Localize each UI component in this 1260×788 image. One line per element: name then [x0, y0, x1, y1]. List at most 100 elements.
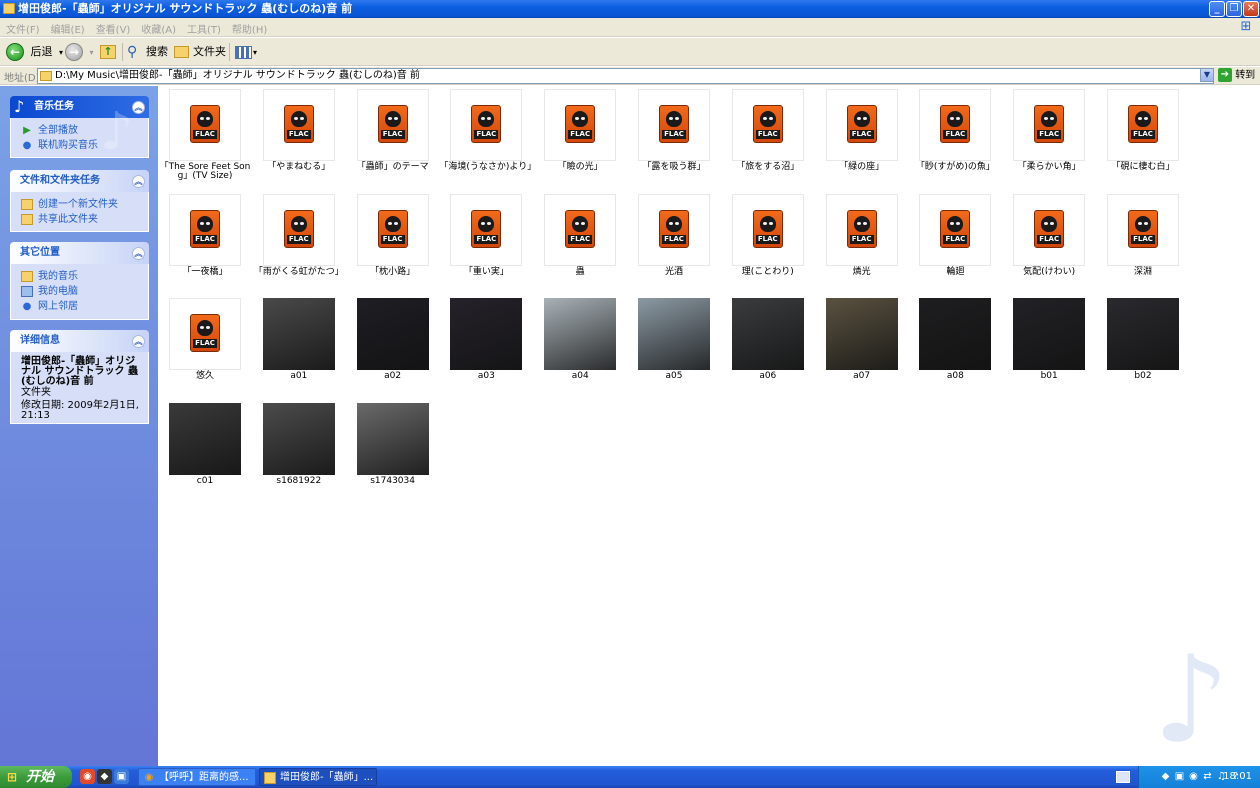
file-name-label: 「一夜橋」	[182, 266, 228, 277]
flac-file-item[interactable]: FLAC 光酒	[627, 193, 721, 297]
collapse-chevron-icon[interactable]: ︽	[132, 175, 145, 188]
image-file-item[interactable]: a03	[439, 297, 533, 401]
file-name-label: b02	[1134, 371, 1152, 381]
folders-button[interactable]: 文件夹	[174, 41, 226, 63]
image-file-item[interactable]: a05	[627, 297, 721, 401]
menu-tools[interactable]: 工具(T)	[181, 18, 226, 36]
menu-file[interactable]: 文件(F)	[0, 18, 45, 36]
back-button[interactable]: ← 后退 ▾	[6, 41, 63, 63]
flac-file-icon: FLAC	[377, 105, 408, 143]
flac-file-item[interactable]: FLAC 「硯に棲む白」	[1096, 88, 1190, 192]
flac-file-item[interactable]: FLAC 「柔らかい角」	[1002, 88, 1096, 192]
flac-file-item[interactable]: FLAC 「旅をする沼」	[721, 88, 815, 192]
app-quicklaunch-icon[interactable]: ◆	[97, 769, 112, 784]
address-bar: 地址(D) D:\My Music\增田俊郎-「蟲師」オリジナル サウンドトラッ…	[0, 67, 1260, 85]
flac-file-item[interactable]: FLAC 蟲	[533, 193, 627, 297]
flac-file-item[interactable]: FLAC 「重い実」	[439, 193, 533, 297]
title-bar[interactable]: 增田俊郎-「蟲師」オリジナル サウンドトラック 蟲(むしのね)音 前 _ ❐ ✕	[0, 0, 1260, 18]
file-name-label: a03	[477, 371, 495, 381]
windows-logo-icon: ⊞	[1240, 19, 1252, 34]
language-bar-icon[interactable]	[1116, 771, 1130, 783]
image-file-item[interactable]: c01	[158, 402, 252, 506]
flac-file-item[interactable]: FLAC 気配(けわい)	[1002, 193, 1096, 297]
collapse-chevron-icon[interactable]: ︽	[132, 247, 145, 260]
flac-file-item[interactable]: FLAC 「The Sore Feet Song」(TV Size)	[158, 88, 252, 192]
browser-quicklaunch-icon[interactable]: ◉	[80, 769, 95, 784]
image-file-item[interactable]: b01	[1002, 297, 1096, 401]
menu-edit[interactable]: 编辑(E)	[45, 18, 90, 36]
place-my-music[interactable]: 我的音乐	[21, 269, 140, 284]
flac-file-item[interactable]: FLAC 「瞼の光」	[533, 88, 627, 192]
image-file-item[interactable]: s1743034	[346, 402, 440, 506]
flac-file-item[interactable]: FLAC 「やまねむる」	[252, 88, 346, 192]
network-tray-icon[interactable]: ▣	[1173, 770, 1186, 783]
minimize-button[interactable]: _	[1209, 1, 1225, 17]
taskbar-task-explorer[interactable]: 增田俊郎-「蟲師」...	[259, 768, 377, 786]
file-thumbnail: FLAC	[825, 193, 898, 266]
image-file-item[interactable]: a08	[908, 297, 1002, 401]
go-button[interactable]: ➔ 转到	[1218, 68, 1255, 83]
image-file-item[interactable]: a04	[533, 297, 627, 401]
image-file-item[interactable]: a01	[252, 297, 346, 401]
file-tasks-header[interactable]: 文件和文件夹任务 ︽	[10, 170, 149, 192]
up-folder-button[interactable]: ↑	[100, 41, 116, 63]
task-new-folder[interactable]: 创建一个新文件夹	[21, 197, 140, 212]
flac-file-item[interactable]: FLAC 「蟲師」のテーマ	[346, 88, 440, 192]
image-file-item[interactable]: s1681922	[252, 402, 346, 506]
flac-file-item[interactable]: FLAC 「枕小路」	[346, 193, 440, 297]
image-thumbnail	[262, 402, 335, 475]
flac-file-icon: FLAC	[752, 209, 783, 248]
collapse-chevron-icon[interactable]: ︽	[132, 335, 145, 348]
task-label: 共享此文件夹	[38, 214, 98, 225]
views-button[interactable]: ▾	[235, 41, 257, 63]
desktop-quicklaunch-icon[interactable]: ▣	[114, 769, 129, 784]
back-dropdown-icon[interactable]: ▾	[59, 48, 63, 57]
flac-file-item[interactable]: FLAC 深淵	[1096, 193, 1190, 297]
flac-file-item[interactable]: FLAC 「眇(すがめ)の魚」	[908, 88, 1002, 192]
taskbar-task-browser[interactable]: ◉ 【呼呼】距离的感...	[138, 768, 256, 786]
maximize-button[interactable]: ❐	[1226, 1, 1242, 17]
flac-file-item[interactable]: FLAC 輪廻	[908, 193, 1002, 297]
collapse-chevron-icon[interactable]: ︽	[132, 101, 145, 114]
flac-file-item[interactable]: FLAC 燐光	[815, 193, 909, 297]
flac-file-item[interactable]: FLAC 「緑の座」	[815, 88, 909, 192]
flac-file-item[interactable]: FLAC 理(ことわり)	[721, 193, 815, 297]
flac-file-item[interactable]: FLAC 「一夜橋」	[158, 193, 252, 297]
flac-file-icon: FLAC	[377, 209, 408, 248]
forward-button[interactable]: → ▾	[65, 41, 94, 63]
close-button[interactable]: ✕	[1243, 1, 1259, 17]
start-button[interactable]: ⊞ 开始	[0, 766, 72, 788]
image-file-item[interactable]: a07	[815, 297, 909, 401]
file-thumbnail: FLAC	[356, 89, 429, 161]
flac-file-item[interactable]: FLAC 「露を吸う群」	[627, 88, 721, 192]
address-value: D:\My Music\增田俊郎-「蟲師」オリジナル サウンドトラック 蟲(むし…	[55, 70, 420, 81]
task-share-folder[interactable]: 共享此文件夹	[21, 212, 140, 227]
file-name-label: 気配(けわい)	[1023, 266, 1076, 277]
image-file-item[interactable]: a06	[721, 297, 815, 401]
file-name-label: a07	[853, 371, 871, 381]
address-dropdown-button[interactable]: ▼	[1200, 68, 1214, 82]
file-name-label: 「緑の座」	[839, 162, 885, 172]
details-header[interactable]: 详细信息 ︽	[10, 330, 149, 352]
image-file-item[interactable]: b02	[1096, 297, 1190, 401]
flac-file-item[interactable]: FLAC 悠久	[158, 297, 252, 401]
menu-favorites[interactable]: 收藏(A)	[135, 18, 181, 36]
other-places-header[interactable]: 其它位置 ︽	[10, 242, 149, 264]
file-name-label: a01	[290, 371, 308, 381]
safely-remove-tray-icon[interactable]: ⇄	[1201, 770, 1214, 783]
menu-help[interactable]: 帮助(H)	[226, 18, 272, 36]
place-my-computer[interactable]: 我的电脑	[21, 284, 140, 299]
flac-file-icon: FLAC	[190, 105, 220, 143]
image-file-item[interactable]: a02	[346, 297, 440, 401]
flac-file-item[interactable]: FLAC 「雨がくる虹がたつ」	[252, 193, 346, 297]
place-network[interactable]: ● 网上邻居	[21, 299, 140, 314]
forward-dropdown-icon[interactable]: ▾	[90, 48, 94, 57]
other-places-title: 其它位置	[20, 247, 60, 258]
menu-view[interactable]: 查看(V)	[90, 18, 136, 36]
app-tray-icon[interactable]: ◉	[1187, 770, 1200, 783]
security-tray-icon[interactable]: ◆	[1159, 770, 1172, 783]
search-button[interactable]: ⚲ 搜索	[127, 41, 168, 63]
address-input[interactable]: D:\My Music\增田俊郎-「蟲師」オリジナル サウンドトラック 蟲(むし…	[37, 68, 1214, 84]
clock[interactable]: 18:01	[1223, 766, 1252, 788]
flac-file-item[interactable]: FLAC 「海境(うなさか)より」	[439, 88, 536, 192]
